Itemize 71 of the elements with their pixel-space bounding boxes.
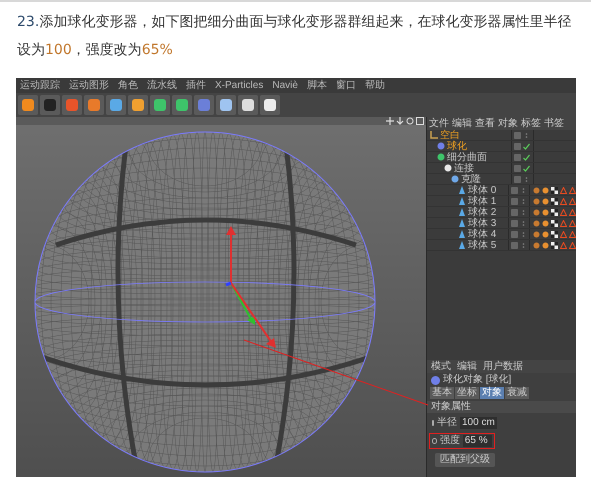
- menu-item[interactable]: 书签: [544, 118, 564, 128]
- object-name[interactable]: 空白: [440, 130, 460, 140]
- layer-swatch: [511, 230, 518, 238]
- down-arrow-icon[interactable]: [396, 117, 404, 125]
- menu-item[interactable]: 对象: [498, 118, 518, 128]
- checker-icon[interactable]: [551, 186, 558, 194]
- menu-item[interactable]: 查看: [475, 118, 495, 128]
- layer-swatch: [514, 176, 521, 182]
- menu-item[interactable]: Naviè: [272, 80, 298, 90]
- menu-item[interactable]: 帮助: [364, 80, 385, 90]
- object-name[interactable]: 球体 1: [468, 196, 496, 206]
- rotate-icon[interactable]: [406, 117, 414, 125]
- check-icon[interactable]: [523, 154, 530, 160]
- layer-swatch: [511, 186, 518, 194]
- object-name[interactable]: 克隆: [461, 174, 481, 184]
- layer-swatch: [514, 132, 521, 138]
- circle-icon: [437, 153, 445, 161]
- step-instruction: 23.添加球化变形器，如下图把细分曲面与球化变形器群组起来，在球化变形器属性里半径设为100，强度改为65%: [16, 13, 572, 60]
- circle-icon: [451, 175, 459, 183]
- move-icon[interactable]: [386, 117, 394, 125]
- object-name[interactable]: 球体 0: [468, 184, 496, 196]
- tab[interactable]: 基本: [430, 387, 454, 399]
- tab[interactable]: 衰减: [505, 387, 529, 399]
- menu-item[interactable]: 角色: [118, 80, 138, 90]
- circle-icon: [437, 142, 445, 150]
- object-name[interactable]: 细分曲面: [447, 152, 487, 162]
- menu-item[interactable]: 文件: [429, 118, 449, 128]
- object-name[interactable]: 球体 4: [468, 228, 496, 240]
- menu-item[interactable]: 插件: [186, 80, 206, 90]
- value-field[interactable]: 100 cm: [460, 417, 497, 429]
- menu-item[interactable]: 脚本: [306, 80, 327, 90]
- field-label: 半径: [437, 418, 457, 428]
- menu-item[interactable]: 用户数据: [483, 362, 523, 372]
- object-name[interactable]: 球化: [447, 140, 467, 152]
- object-name[interactable]: 连接: [454, 162, 474, 174]
- value-field[interactable]: 65 %: [462, 435, 492, 447]
- match-parent-button[interactable]: 匹配到父级: [435, 453, 495, 467]
- window-icon[interactable]: [416, 117, 424, 125]
- menu-item[interactable]: 标签: [521, 118, 541, 128]
- checker-icon[interactable]: [551, 220, 558, 226]
- checker-icon[interactable]: [551, 208, 558, 216]
- check-icon[interactable]: [523, 142, 530, 150]
- field-label: 强度: [440, 436, 460, 446]
- menu-item[interactable]: 运动图形: [69, 80, 109, 90]
- menu-item[interactable]: 模式: [431, 362, 451, 372]
- tab[interactable]: 坐标: [455, 387, 479, 399]
- menu-item[interactable]: 编辑: [457, 362, 477, 372]
- layer-swatch: [511, 220, 518, 226]
- object-title: 球化对象 [球化]: [443, 375, 512, 385]
- menu-item[interactable]: 运动跟踪: [20, 80, 60, 90]
- circle-icon: [444, 164, 452, 172]
- section-header: 对象属性: [427, 401, 576, 413]
- menu-item[interactable]: 编辑: [452, 118, 472, 128]
- tab[interactable]: 对象: [480, 387, 504, 399]
- checker-icon[interactable]: [551, 198, 558, 204]
- layer-swatch: [514, 164, 521, 172]
- check-icon[interactable]: [523, 164, 530, 172]
- layer-swatch: [511, 198, 518, 204]
- axis-icon: [430, 131, 438, 139]
- layer-swatch: [511, 242, 518, 248]
- layer-swatch: [514, 142, 521, 150]
- layer-swatch: [514, 154, 521, 160]
- menu-item[interactable]: 窗口: [336, 80, 356, 90]
- menu-item[interactable]: X-Particles: [215, 80, 264, 90]
- layer-swatch: [511, 208, 518, 216]
- object-name[interactable]: 球体 5: [468, 240, 496, 250]
- checker-icon[interactable]: [551, 230, 558, 238]
- object-name[interactable]: 球体 3: [468, 218, 496, 228]
- checker-icon[interactable]: [551, 242, 558, 248]
- menu-item[interactable]: 流水线: [147, 80, 177, 90]
- object-name[interactable]: 球体 2: [468, 206, 496, 218]
